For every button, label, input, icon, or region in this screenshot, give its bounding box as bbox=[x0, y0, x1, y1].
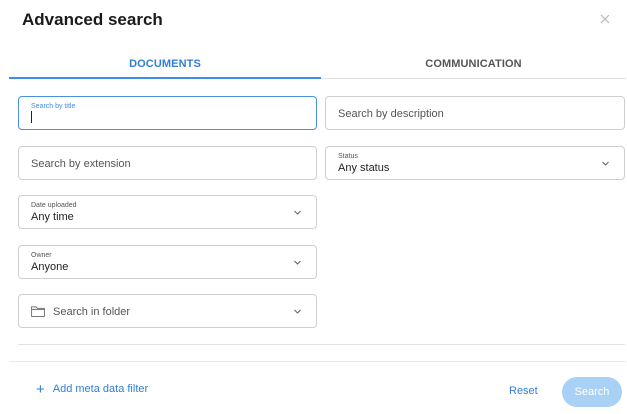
tab-documents[interactable]: DOCUMENTS bbox=[9, 51, 321, 79]
footer-divider bbox=[9, 361, 626, 362]
owner-value: Anyone bbox=[31, 261, 69, 273]
owner-select[interactable]: Owner Anyone bbox=[18, 245, 317, 279]
search-button[interactable]: Search bbox=[562, 377, 622, 407]
status-label: Status bbox=[338, 153, 358, 160]
plus-icon: + bbox=[36, 380, 45, 398]
reset-button[interactable]: Reset bbox=[509, 385, 538, 397]
search-in-folder-select[interactable]: Search in folder bbox=[18, 294, 317, 328]
close-icon[interactable] bbox=[597, 11, 613, 27]
date-uploaded-select[interactable]: Date uploaded Any time bbox=[18, 195, 317, 229]
search-in-folder-placeholder: Search in folder bbox=[53, 306, 131, 318]
owner-label: Owner bbox=[31, 252, 52, 259]
search-by-extension-placeholder: Search by extension bbox=[31, 158, 131, 170]
chevron-down-icon bbox=[602, 161, 609, 166]
search-by-extension-input[interactable]: Search by extension bbox=[18, 146, 317, 180]
date-uploaded-label: Date uploaded bbox=[31, 202, 77, 209]
dialog-title: Advanced search bbox=[22, 10, 163, 29]
text-cursor bbox=[31, 111, 32, 123]
section-divider bbox=[18, 344, 625, 345]
chevron-down-icon bbox=[294, 309, 301, 314]
tab-bar: DOCUMENTS COMMUNICATION bbox=[9, 51, 626, 79]
status-value: Any status bbox=[338, 162, 390, 174]
chevron-down-icon bbox=[294, 260, 301, 265]
date-uploaded-value: Any time bbox=[31, 211, 74, 223]
search-by-description-input[interactable]: Search by description bbox=[325, 96, 625, 130]
status-select[interactable]: Status Any status bbox=[325, 146, 625, 180]
search-by-description-placeholder: Search by description bbox=[338, 108, 444, 120]
chevron-down-icon bbox=[294, 210, 301, 215]
add-meta-data-filter-button[interactable]: + Add meta data filter bbox=[36, 380, 149, 398]
advanced-search-dialog: Advanced search DOCUMENTS COMMUNICATION … bbox=[0, 0, 627, 414]
folder-icon bbox=[31, 306, 45, 317]
search-by-title-label: Search by title bbox=[31, 103, 76, 110]
search-by-title-input[interactable]: Search by title bbox=[18, 96, 317, 130]
tab-communication[interactable]: COMMUNICATION bbox=[321, 51, 626, 79]
add-meta-data-filter-label: Add meta data filter bbox=[52, 383, 149, 395]
